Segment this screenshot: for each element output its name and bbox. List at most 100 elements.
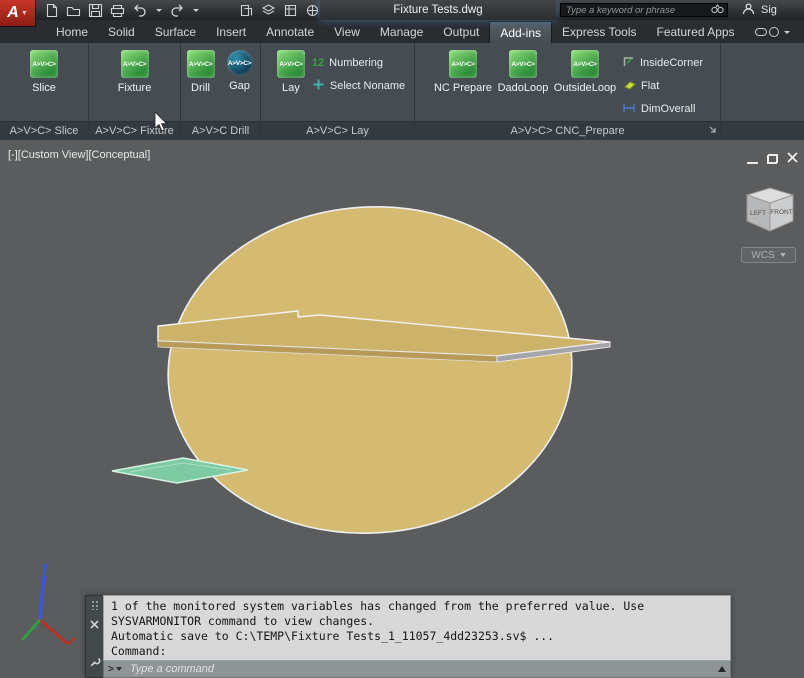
app-menu-caret-icon: ▼ [20,9,28,17]
wcs-dropdown[interactable]: WCS [741,247,796,263]
dimoverall-button[interactable]: DimOverall [622,100,703,118]
gap-button-label: Gap [229,80,250,92]
numbering-button[interactable]: 12 Numbering [312,54,405,72]
palette-grip-icon[interactable] [90,600,99,610]
ribbon-panel-cnc-prepare: A>V>C> NC Prepare A>V>C> DadoLoop A>V>C>… [415,43,721,140]
command-customize-icon[interactable] [89,655,101,673]
numbering-icon: 12 [311,56,325,69]
avc-icon-text: A>V>C> [32,60,56,68]
insidecorner-button[interactable]: InsideCorner [622,54,703,72]
undo-icon[interactable] [132,3,148,18]
panel-title-fixture: A>V>C> Fixture [89,121,180,140]
binoculars-search-icon[interactable] [711,1,724,19]
undo-dropdown-icon[interactable] [156,8,162,12]
new-file-icon[interactable] [44,3,59,18]
avc-icon-text: A>V>C> [188,60,213,68]
command-palette-grip-bar[interactable] [85,595,103,678]
nc-prepare-button[interactable]: A>V>C> NC Prepare [432,45,494,94]
autodesk-account-icon[interactable] [742,2,755,18]
flat-button[interactable]: Flat [622,77,703,95]
ribbon-toggle-caret-icon [784,30,790,34]
viewcube[interactable]: LEFT FRONT [739,184,801,241]
tab-express-tools[interactable]: Express Tools [552,21,646,43]
tab-manage[interactable]: Manage [370,21,433,43]
restore-icon[interactable] [767,154,778,164]
ucs-y-axis [20,618,42,642]
gap-button[interactable]: A>V>C> Gap [220,45,260,92]
help-search-box[interactable] [560,3,728,17]
select-noname-label: Select Noname [329,80,406,92]
autocad-window: A ▼ Fixture Tests.dwg Sig [0,0,804,678]
avc-icon-text: A>V>C> [279,60,303,68]
ribbon: A>V>C> Slice A>V>C> Slice A>V>C> Fixture… [0,43,804,140]
titlebar-right-controls: Sig [742,0,804,20]
search-input[interactable] [564,3,711,17]
avc-lay-icon: A>V>C> [276,50,305,78]
ribbon-cycle-icon [769,27,779,37]
disc-solid[interactable] [157,193,583,546]
command-history-line: Command: [111,644,167,658]
command-input[interactable] [127,662,712,676]
ribbon-display-toggle[interactable] [755,21,790,43]
workspace-icon[interactable] [305,3,320,18]
command-history-line: SYSVARMONITOR command to view changes. [111,614,375,628]
plot-icon[interactable] [110,3,125,18]
open-folder-icon[interactable] [66,3,81,18]
properties-icon[interactable] [283,3,298,18]
tab-add-ins[interactable]: Add-ins [489,21,553,43]
avc-drill-icon: A>V>C> [186,50,215,78]
select-noname-button[interactable]: Select Noname [312,77,405,95]
minimize-icon[interactable] [747,155,758,164]
prompt-symbol: > [108,663,114,675]
avc-icon-text: A>V>C> [573,60,597,68]
lay-button[interactable]: A>V>C> Lay [270,45,312,94]
sheet-set-icon[interactable] [239,3,254,18]
document-title[interactable]: Fixture Tests.dwg [320,0,556,20]
command-prompt-icon[interactable]: > [108,664,122,675]
inside-corner-icon [622,55,635,71]
ribbon-panel-slice: A>V>C> Slice A>V>C> Slice [0,43,89,140]
tab-surface[interactable]: Surface [145,21,206,43]
avc-dadoloop-icon: A>V>C> [509,50,537,78]
panel-title-lay: A>V>C> Lay [261,121,414,140]
tab-solid[interactable]: Solid [98,21,145,43]
outsideloop-button[interactable]: A>V>C> OutsideLoop [552,45,618,94]
drawing-viewport[interactable]: [-][Custom View][Conceptual] LEFT FRONT … [0,140,804,678]
save-icon[interactable] [88,3,103,18]
layer-panel-icon[interactable] [261,3,276,18]
redo-dropdown-icon[interactable] [193,8,199,12]
command-history-line: 1 of the monitored system variables has … [111,599,645,613]
tab-insert[interactable]: Insert [206,21,256,43]
viewport-controls-label[interactable]: [-][Custom View][Conceptual] [8,149,150,161]
signin-label[interactable]: Sig [761,4,777,16]
redo-icon[interactable] [169,3,185,18]
command-history-toggle-icon[interactable] [718,666,726,672]
drill-button[interactable]: A>V>C> Drill [182,45,220,94]
avc-gap-icon: A>V>C> [226,50,253,76]
command-input-row[interactable]: > [103,661,731,678]
viewcube-left-label: LEFT [750,210,766,217]
tab-view[interactable]: View [324,21,370,43]
panel-launcher-icon[interactable] [709,125,717,137]
quick-access-toolbar [44,3,320,18]
command-history: 1 of the monitored system variables has … [103,595,731,661]
avc-icon-text: A>V>C> [227,59,252,67]
ribbon-tab-row: Home Solid Surface Insert Annotate View … [0,20,804,43]
tab-home[interactable]: Home [46,21,98,43]
application-menu-button[interactable]: A ▼ [0,0,36,27]
tab-featured-apps[interactable]: Featured Apps [647,21,745,43]
wcs-caret-icon [779,253,786,257]
close-icon[interactable] [787,150,798,168]
dimoverall-label: DimOverall [641,103,696,115]
command-close-icon[interactable] [90,616,99,634]
dadoloop-button[interactable]: A>V>C> DadoLoop [494,45,552,94]
wcs-label: WCS [751,249,775,261]
command-line-palette[interactable]: 1 of the monitored system variables has … [85,595,731,678]
fixture-button[interactable]: A>V>C> Fixture [107,45,163,94]
dim-overall-icon [622,102,636,117]
lay-button-label: Lay [282,82,300,94]
tab-output[interactable]: Output [433,21,489,43]
dadoloop-button-label: DadoLoop [497,82,549,94]
tab-annotate[interactable]: Annotate [256,21,324,43]
slice-button[interactable]: A>V>C> Slice [16,45,72,94]
